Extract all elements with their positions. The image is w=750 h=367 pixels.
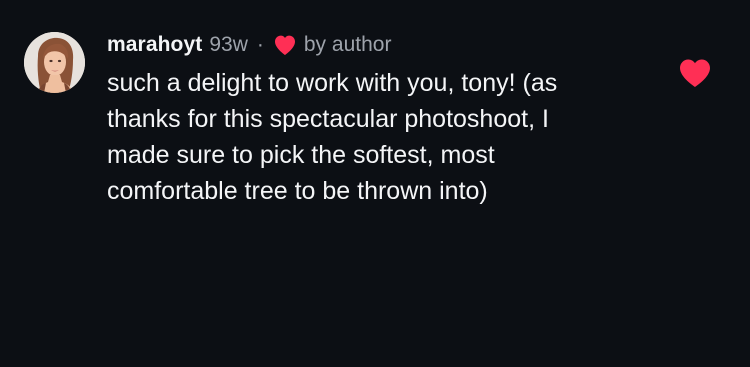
avatar-image xyxy=(24,32,85,93)
username[interactable]: marahoyt xyxy=(107,33,202,57)
like-button[interactable] xyxy=(678,58,712,88)
comment-text-line: made sure to pick the softest, most xyxy=(107,141,495,169)
comment-text-line: thanks for this spectacular photoshoot, … xyxy=(107,105,549,133)
heart-icon xyxy=(680,59,710,87)
comment-age: 93w xyxy=(209,33,248,56)
comment-text: such a delight to work with you, tony! (… xyxy=(107,65,667,209)
avatar[interactable] xyxy=(24,32,85,93)
comment-header: marahoyt 93w · by author xyxy=(107,31,391,59)
liked-by-author-label: by author xyxy=(303,33,392,56)
comment-text-line: comfortable tree to be thrown into) xyxy=(107,177,488,205)
separator-dot: · xyxy=(256,33,264,56)
comment-text-line: such a delight to work with you, tony! (… xyxy=(107,69,558,97)
comment-item: marahoyt 93w · by author such a delight … xyxy=(0,0,750,367)
heart-icon xyxy=(273,34,297,56)
